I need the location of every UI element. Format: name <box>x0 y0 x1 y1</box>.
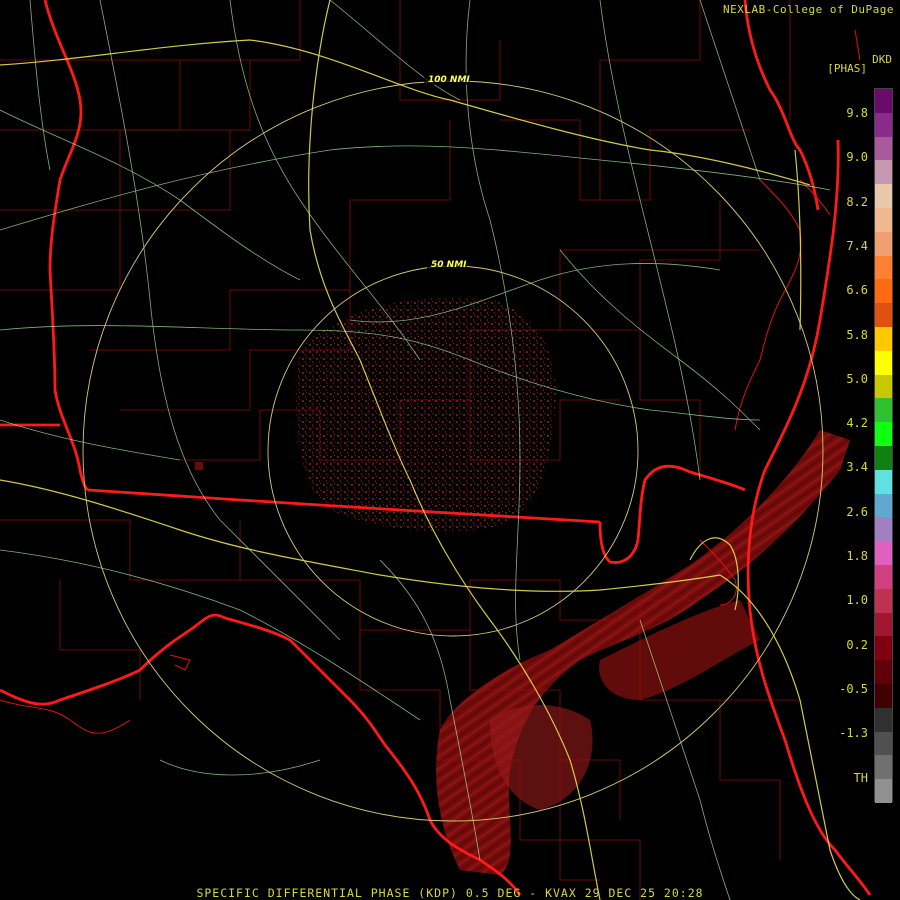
legend-color-segment <box>875 446 892 470</box>
legend-color-segment <box>875 303 892 328</box>
legend-tick-label: 2.6 <box>846 504 868 519</box>
radar-map: 100 NMI 50 NMI NEXLAB-College of DuPage … <box>0 0 900 900</box>
legend-tick-label: 8.2 <box>846 194 868 209</box>
legend-color-segment <box>875 184 892 209</box>
legend-tick-label: 0.2 <box>846 637 868 652</box>
legend-color-segment <box>875 398 892 423</box>
legend-tick-label: 7.4 <box>846 238 868 253</box>
legend-color-segment <box>875 89 892 113</box>
product-footer: SPECIFIC DIFFERENTIAL PHASE (KDP) 0.5 DE… <box>196 886 704 900</box>
legend-tick-label: 9.0 <box>846 150 868 165</box>
legend-tick-label: 5.8 <box>846 327 868 342</box>
range-ring-50nmi-label: 50 NMI <box>431 260 467 270</box>
color-legend-bar <box>874 88 893 804</box>
map-canvas: 100 NMI 50 NMI <box>0 0 872 900</box>
legend-color-segment <box>875 779 892 804</box>
legend-color-segment <box>875 112 892 137</box>
legend-color-segment <box>875 422 892 447</box>
legend-color-segment <box>875 707 892 732</box>
legend-color-segment <box>875 160 892 185</box>
legend-color-segment <box>875 660 892 685</box>
legend-tick-label: -1.3 <box>839 726 868 741</box>
range-ring-100nmi-label: 100 NMI <box>428 75 470 85</box>
credit-text: NEXLAB-College of DuPage <box>723 3 894 16</box>
legend-tick-label: -0.5 <box>839 681 868 696</box>
legend-color-segment <box>875 755 892 780</box>
legend-color-segment <box>875 636 892 661</box>
legend-color-segment <box>875 493 892 518</box>
legend-tick-label: 9.8 <box>846 106 868 120</box>
legend-color-segment <box>875 684 892 708</box>
echo-isolated <box>195 462 203 470</box>
legend-tick-label: 1.0 <box>846 593 868 608</box>
legend-color-segment <box>875 541 892 566</box>
legend-color-segment <box>875 350 892 375</box>
legend-color-segment <box>875 231 892 256</box>
legend-tick-label: TH <box>853 770 868 785</box>
legend-color-segment <box>875 279 892 304</box>
echo-clutter-central <box>296 297 556 533</box>
legend-tick-label: 6.6 <box>846 283 868 298</box>
legend-units: [PHAS] <box>827 62 867 75</box>
legend-tick-label: 3.4 <box>846 460 868 475</box>
legend-color-segment <box>875 588 892 613</box>
legend-color-segment <box>875 565 892 589</box>
legend-tick-label: 4.2 <box>846 416 868 431</box>
legend-color-segment <box>875 612 892 637</box>
legend-color-segment <box>875 327 892 351</box>
legend-color-segment <box>875 731 892 756</box>
legend-color-segment <box>875 136 892 161</box>
legend-color-segment <box>875 255 892 280</box>
legend-color-segment <box>875 469 892 494</box>
legend-tick-label: 1.8 <box>846 549 868 563</box>
legend-color-segment <box>875 374 892 399</box>
legend-tick-label: 5.0 <box>846 371 868 386</box>
product-code: DKD <box>872 53 892 66</box>
legend-color-segment <box>875 517 892 542</box>
legend-color-segment <box>875 208 892 232</box>
